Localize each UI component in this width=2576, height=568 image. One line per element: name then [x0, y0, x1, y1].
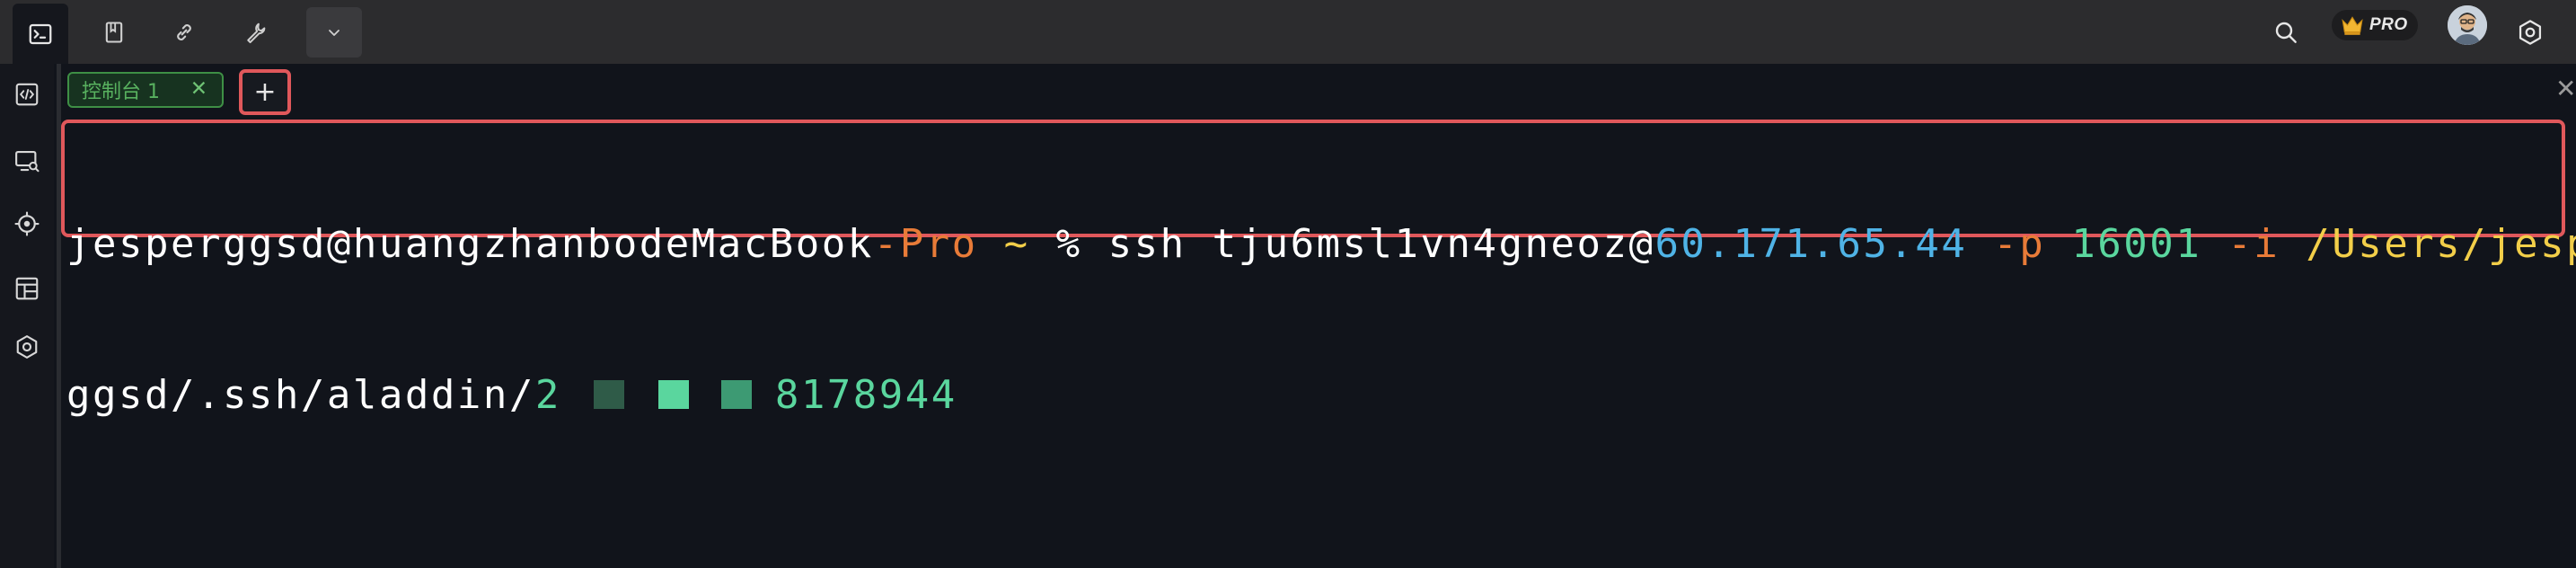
search-button[interactable]	[2265, 7, 2307, 58]
terminal-app: PRO 控制台 1 ✕ + ✕ jesperggsd@huangzhanbode…	[0, 0, 2576, 568]
more-dropdown-button[interactable]	[306, 7, 362, 58]
code-icon	[15, 83, 39, 106]
book-icon	[105, 22, 123, 43]
left-sidebar	[0, 64, 54, 568]
tab-label: 控制台 1	[82, 81, 160, 103]
command-path-rest: ggsd/.ssh/aladdin/	[66, 372, 535, 418]
remote-desktop-icon	[15, 150, 40, 173]
sidebar-item-target[interactable]	[7, 204, 47, 244]
sidebar-item-layout[interactable]	[7, 269, 47, 308]
prompt-symbol: %	[1029, 221, 1108, 267]
settings-button[interactable]	[2510, 7, 2551, 58]
terminal-output[interactable]: jesperggsd@huangzhanbodeMacBook-Pro ~ % …	[66, 119, 2576, 521]
command-ip: 60.171.65.44	[1654, 221, 1968, 267]
terminal-icon	[29, 23, 52, 44]
crosshair-icon	[14, 211, 40, 236]
hexagon-icon	[16, 335, 38, 359]
pro-label: PRO	[2369, 15, 2408, 34]
avatar[interactable]	[2448, 5, 2487, 45]
layout-icon	[15, 277, 39, 300]
sidebar-item-code[interactable]	[7, 75, 47, 114]
wrench-icon	[247, 22, 266, 44]
command-path-start: /Users/jesper	[2306, 221, 2576, 267]
sidebar-item-hex[interactable]	[7, 327, 47, 367]
command-flag-i: -i	[2201, 221, 2307, 267]
tab-console-1[interactable]: 控制台 1 ✕	[67, 72, 224, 108]
book-button[interactable]	[86, 7, 142, 58]
search-icon	[2275, 22, 2297, 43]
prompt-user-host: jesperggsd@huangzhanbodeMacBook	[66, 221, 874, 267]
command-flag-p: -p	[1967, 221, 2072, 267]
wrench-button[interactable]	[228, 7, 284, 58]
crown-icon	[2342, 16, 2363, 35]
terminal-line-1: jesperggsd@huangzhanbodeMacBook-Pro ~ % …	[66, 219, 2576, 270]
link-icon	[177, 24, 191, 40]
terminal-tab-button[interactable]	[13, 4, 68, 64]
command-file-start: 2	[534, 372, 561, 418]
settings-icon	[2519, 20, 2542, 45]
link-button[interactable]	[156, 7, 212, 58]
chevron-down-icon	[329, 30, 340, 36]
pro-badge[interactable]: PRO	[2332, 10, 2418, 40]
tab-close-icon[interactable]: ✕	[190, 77, 207, 101]
add-tab-button[interactable]: +	[239, 69, 291, 115]
redacted-block	[560, 372, 775, 418]
user-avatar-icon	[2448, 5, 2487, 45]
top-toolbar: PRO	[0, 0, 2576, 64]
command-file-end: 8178944	[774, 372, 957, 418]
sidebar-item-remote[interactable]	[7, 141, 47, 181]
prompt-host-suffix: -Pro	[873, 221, 978, 267]
command-ssh: ssh tju6msl1vn4gneoz@	[1107, 221, 1655, 267]
prompt-cwd: ~	[977, 221, 1030, 267]
pane-close-icon[interactable]: ✕	[2555, 74, 2576, 103]
command-port: 16001	[2071, 221, 2202, 267]
terminal-line-2: ggsd/.ssh/aladdin/2 8178944	[66, 370, 2563, 421]
